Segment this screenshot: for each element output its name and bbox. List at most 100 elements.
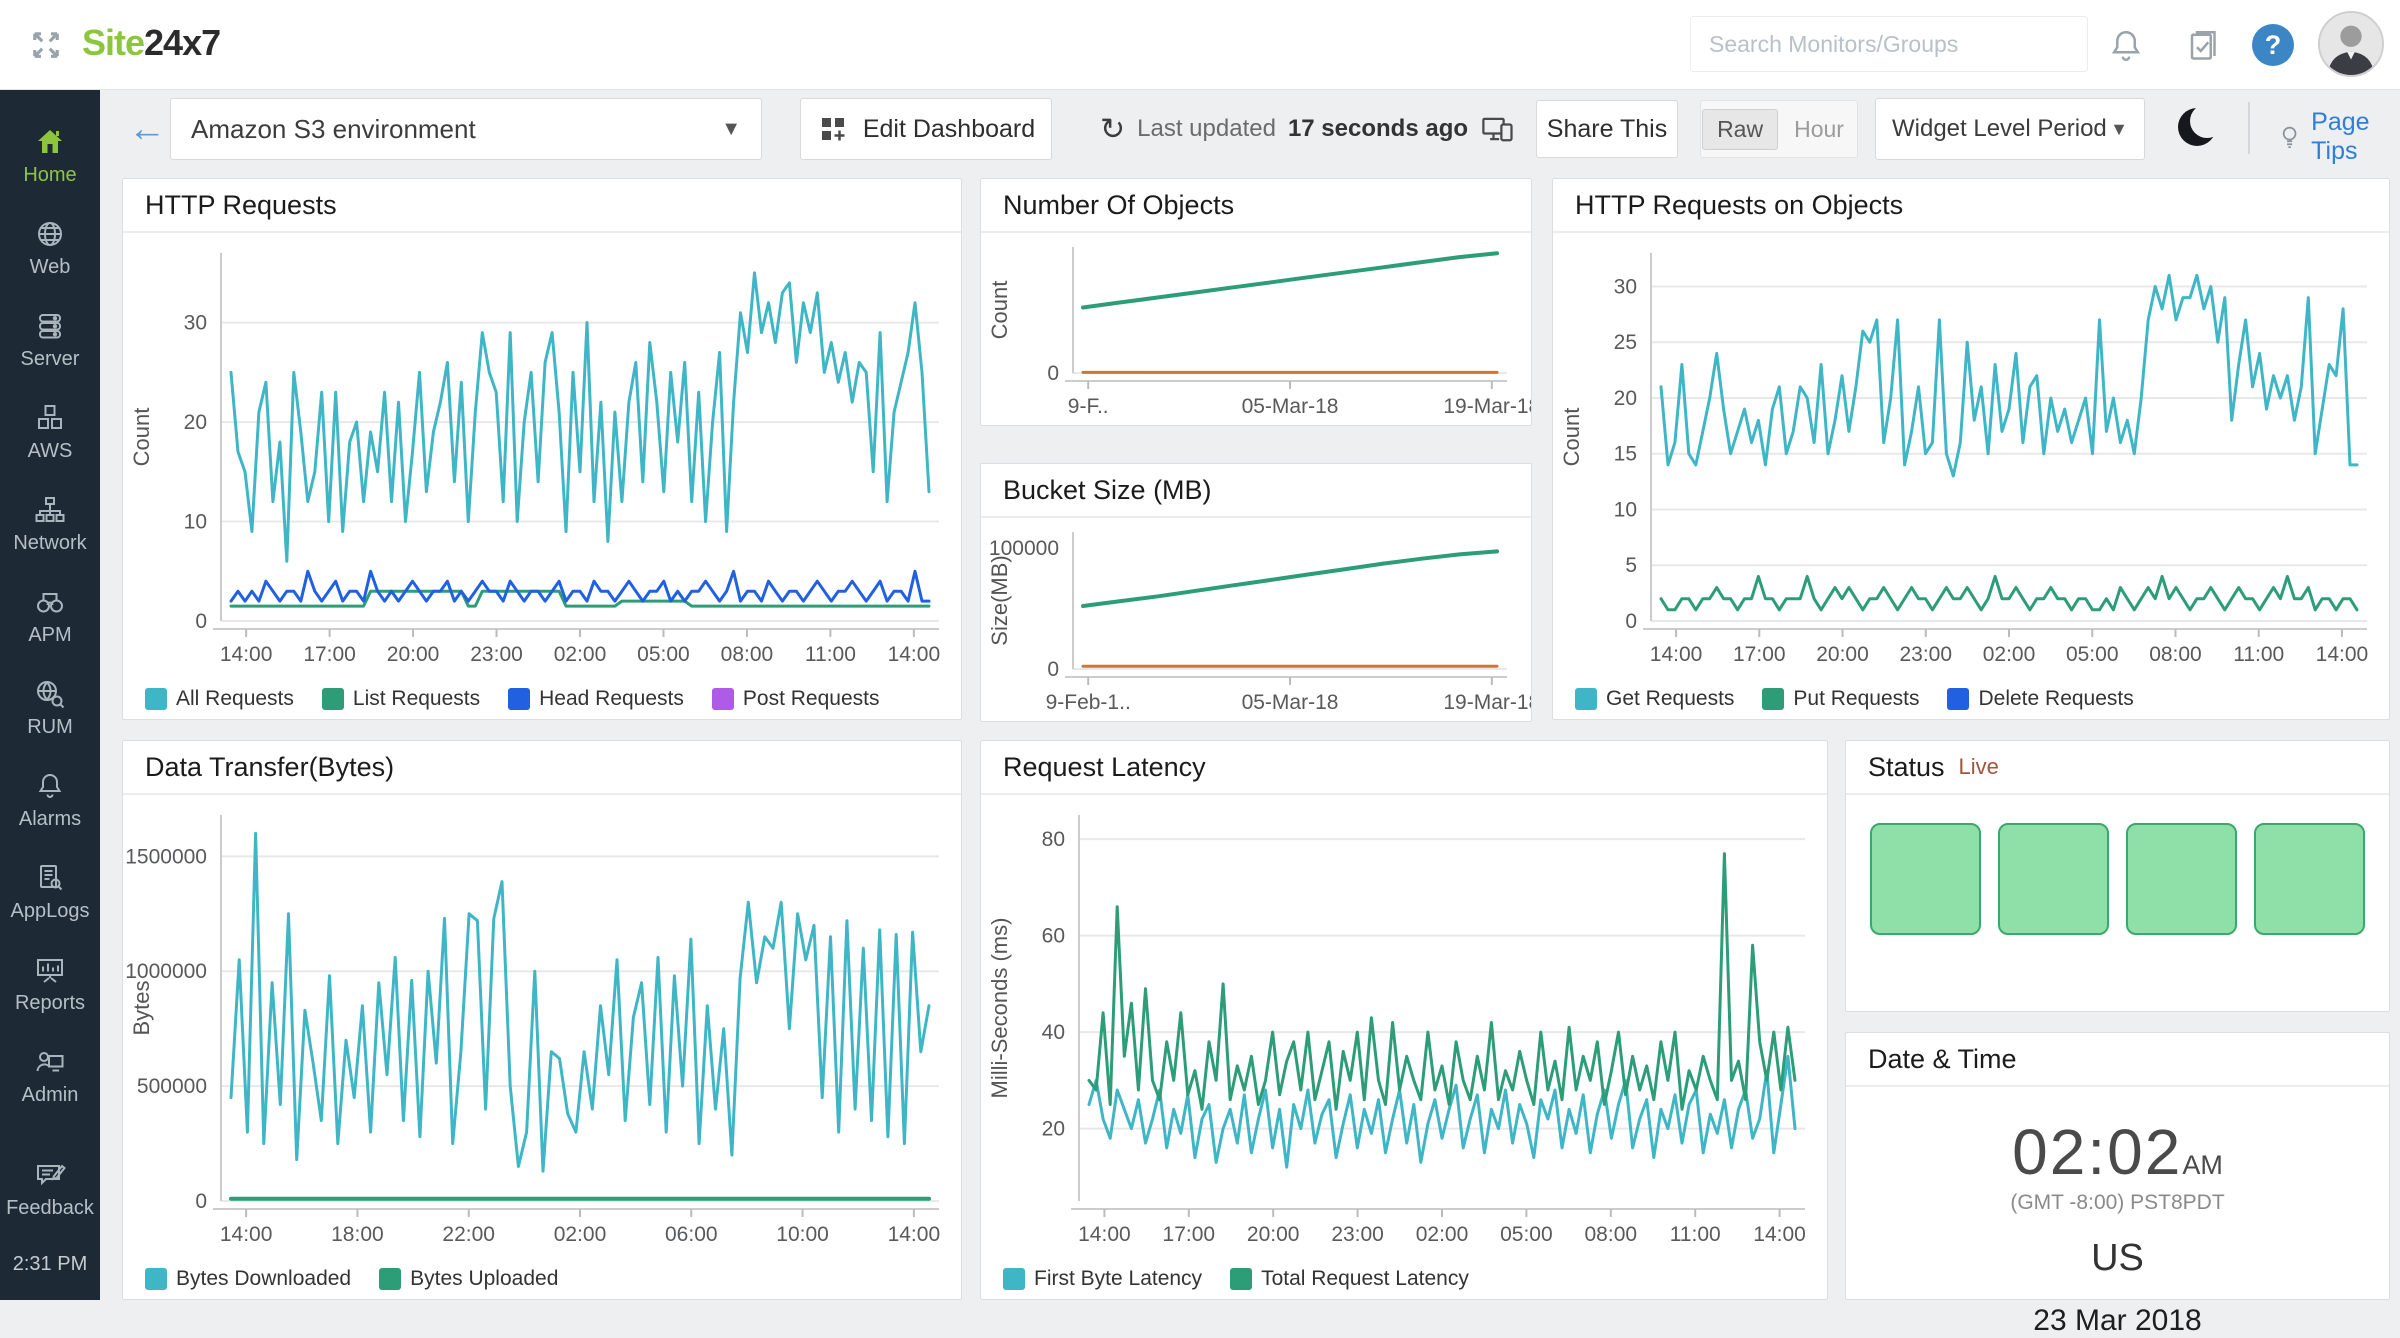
chart-canvas-http_requests: 0102030Count14:0017:0020:0023:0002:0005:… xyxy=(123,235,961,671)
svg-text:9-Feb-1..: 9-Feb-1.. xyxy=(1046,691,1131,713)
panel-title: HTTP Requests on Objects xyxy=(1553,179,2389,233)
svg-text:Count: Count xyxy=(1559,408,1584,467)
last-updated-value: 17 seconds ago xyxy=(1288,115,1468,143)
svg-text:1000000: 1000000 xyxy=(125,960,207,983)
sidebar-label: Reports xyxy=(15,992,85,1015)
sidebar-item-network[interactable]: Network xyxy=(0,478,100,570)
panel-title: Date & Time xyxy=(1846,1033,2389,1087)
tasks-icon[interactable] xyxy=(2182,26,2222,66)
admin-icon xyxy=(34,1046,66,1078)
svg-text:20:00: 20:00 xyxy=(1816,643,1869,666)
network-icon xyxy=(34,494,66,526)
devices-icon[interactable] xyxy=(1480,111,1516,147)
sidebar-label: Web xyxy=(30,256,71,279)
sidebar-label: Feedback xyxy=(6,1197,94,1220)
legend-item[interactable]: Bytes Downloaded xyxy=(145,1267,351,1291)
sidebar-item-applogs[interactable]: AppLogs xyxy=(0,846,100,938)
sidebar-item-web[interactable]: Web xyxy=(0,202,100,294)
legend-item[interactable]: Delete Requests xyxy=(1947,687,2133,711)
user-avatar[interactable] xyxy=(2318,11,2384,77)
sidebar-label: AppLogs xyxy=(11,900,90,923)
logo-text-dark: 24x7 xyxy=(144,22,220,63)
sidebar-item-reports[interactable]: Reports xyxy=(0,938,100,1030)
lightbulb-icon xyxy=(2276,120,2303,154)
sidebar-label: RUM xyxy=(27,716,73,739)
status-square[interactable] xyxy=(1870,823,1981,935)
clock-date: 23 Mar 2018 xyxy=(1846,1304,2389,1338)
legend-swatch xyxy=(145,1268,167,1290)
svg-text:08:00: 08:00 xyxy=(2149,643,2202,666)
status-square[interactable] xyxy=(2254,823,2365,935)
legend-label: Bytes Downloaded xyxy=(176,1267,351,1291)
legend-label: Total Request Latency xyxy=(1261,1267,1469,1291)
share-this-button[interactable]: Share This xyxy=(1536,100,1678,158)
sidebar-label: Server xyxy=(21,348,80,371)
legend-item[interactable]: Bytes Uploaded xyxy=(379,1267,558,1291)
legend-swatch xyxy=(1230,1268,1252,1290)
expand-icon[interactable] xyxy=(26,25,66,65)
sidebar-item-server[interactable]: Server xyxy=(0,294,100,386)
dashboard-selector[interactable]: Amazon S3 environment ▼ xyxy=(170,98,762,160)
chart-canvas-request_latency: 20406080Milli-Seconds (ms)14:0017:0020:0… xyxy=(981,797,1827,1251)
reports-icon xyxy=(34,954,66,986)
sidebar-item-apm[interactable]: APM xyxy=(0,570,100,662)
chart-canvas-number_of_objects: 0Count9-F..05-Mar-1819-Mar-18 xyxy=(981,231,1531,417)
legend-swatch xyxy=(379,1268,401,1290)
edit-dashboard-button[interactable]: Edit Dashboard xyxy=(800,98,1052,160)
svg-text:23:00: 23:00 xyxy=(1331,1223,1384,1246)
page-tips-button[interactable]: Page Tips xyxy=(2276,108,2400,166)
legend-item[interactable]: Get Requests xyxy=(1575,687,1734,711)
refresh-icon[interactable]: ↻ xyxy=(1100,112,1125,147)
bell-icon[interactable] xyxy=(2106,26,2146,66)
dark-mode-moon-icon[interactable] xyxy=(2178,108,2220,150)
svg-text:17:00: 17:00 xyxy=(1163,1223,1216,1246)
sidebar-item-feedback[interactable]: Feedback xyxy=(0,1143,100,1235)
legend-item[interactable]: Total Request Latency xyxy=(1230,1267,1469,1291)
svg-text:30: 30 xyxy=(184,312,207,335)
legend-swatch xyxy=(1003,1268,1025,1290)
svg-text:5: 5 xyxy=(1625,554,1637,577)
toggle-hour[interactable]: Hour xyxy=(1782,110,1856,149)
svg-text:20:00: 20:00 xyxy=(1247,1223,1300,1246)
panel-number-of-objects: Number Of Objects 0Count9-F..05-Mar-1819… xyxy=(980,178,1532,426)
status-square[interactable] xyxy=(2126,823,2237,935)
svg-text:14:00: 14:00 xyxy=(220,1223,273,1246)
legend-swatch xyxy=(1575,688,1597,710)
sidebar-item-admin[interactable]: Admin xyxy=(0,1030,100,1122)
help-icon[interactable]: ? xyxy=(2252,24,2294,66)
legend-swatch xyxy=(322,688,344,710)
last-updated: ↻ Last updated 17 seconds ago xyxy=(1100,98,1516,160)
status-square[interactable] xyxy=(1998,823,2109,935)
search-input[interactable] xyxy=(1690,16,2088,72)
back-arrow-button[interactable]: ← xyxy=(128,108,166,151)
legend-item[interactable]: Put Requests xyxy=(1762,687,1919,711)
sidebar-item-aws[interactable]: AWS xyxy=(0,386,100,478)
legend-item[interactable]: List Requests xyxy=(322,687,480,711)
svg-text:02:00: 02:00 xyxy=(1416,1223,1469,1246)
feedback-icon xyxy=(34,1159,66,1191)
chart-bucket-size: 0100000Size(MB)9-Feb-1..05-Mar-1819-Mar-… xyxy=(981,516,1531,713)
top-header: Site24x7 ? xyxy=(0,0,2400,90)
rum-globe-search-icon xyxy=(34,678,66,710)
legend-item[interactable]: Post Requests xyxy=(712,687,880,711)
legend-label: Put Requests xyxy=(1793,687,1919,711)
legend-swatch xyxy=(145,688,167,710)
legend-item[interactable]: All Requests xyxy=(145,687,294,711)
svg-text:17:00: 17:00 xyxy=(1733,643,1786,666)
sidebar-item-alarms[interactable]: Alarms xyxy=(0,754,100,846)
sidebar-item-home[interactable]: Home xyxy=(0,110,100,202)
svg-text:20: 20 xyxy=(1614,387,1637,410)
toggle-raw[interactable]: Raw xyxy=(1702,109,1778,150)
site24x7-logo[interactable]: Site24x7 xyxy=(82,22,220,64)
legend-label: Head Requests xyxy=(539,687,684,711)
chart-canvas-http_requests_on_objects: 051015202530Count14:0017:0020:0023:0002:… xyxy=(1553,235,2389,671)
legend-item[interactable]: Head Requests xyxy=(508,687,684,711)
legend-swatch xyxy=(1947,688,1969,710)
applogs-icon xyxy=(34,862,66,894)
svg-text:80: 80 xyxy=(1042,828,1065,851)
sidebar-item-rum[interactable]: RUM xyxy=(0,662,100,754)
svg-text:Size(MB): Size(MB) xyxy=(987,555,1012,645)
widget-level-period-selector[interactable]: Widget Level Period ▼ xyxy=(1875,98,2145,160)
legend-item[interactable]: First Byte Latency xyxy=(1003,1267,1202,1291)
svg-text:11:00: 11:00 xyxy=(2233,643,2284,666)
